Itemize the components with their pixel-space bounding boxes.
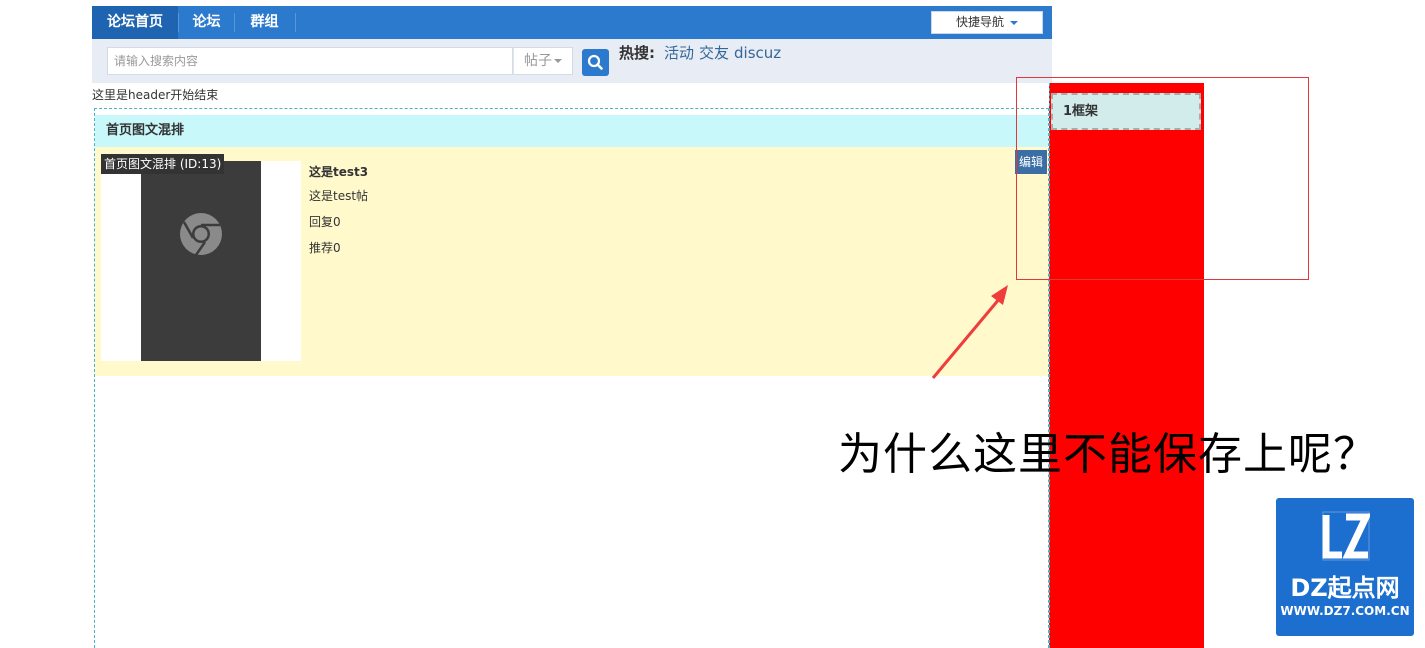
logo-mark-icon xyxy=(1322,511,1370,561)
logo-url: WWW.DZ7.COM.CN xyxy=(1280,604,1410,618)
annotation-text: 为什么这里不能保存上呢？ xyxy=(838,429,1378,480)
logo-name: DZ起点网 xyxy=(1290,574,1400,602)
arrow-icon xyxy=(931,285,1008,379)
